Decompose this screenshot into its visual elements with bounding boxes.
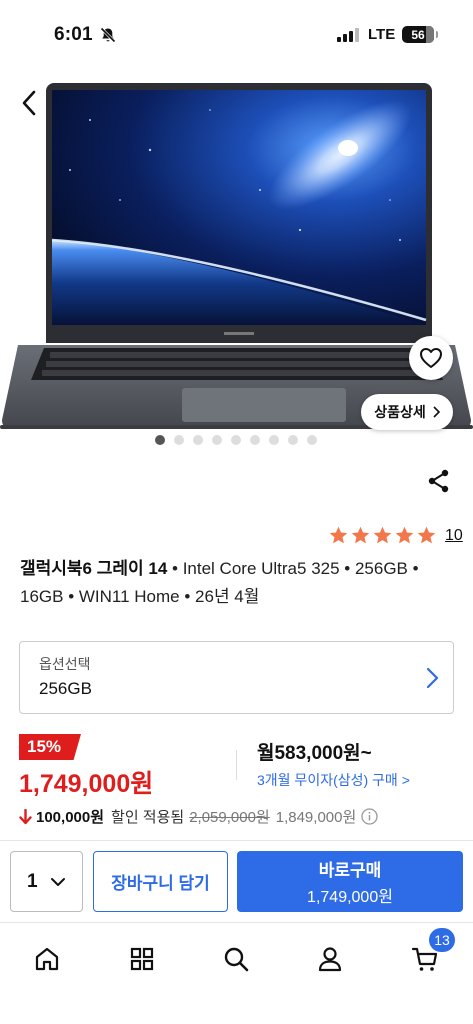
- star-icon: [417, 526, 436, 544]
- option-value: 256GB: [39, 679, 92, 698]
- installment-link[interactable]: 3개월 무이자(삼성) 구매 >: [257, 770, 410, 790]
- product-image-carousel[interactable]: 상품상세: [0, 70, 473, 450]
- rating[interactable]: 10: [328, 525, 463, 546]
- carousel-dot[interactable]: [193, 435, 203, 445]
- coupon-row: 100,000원 할인 적용됨 2,059,000원 1,849,000원: [19, 806, 378, 827]
- battery-icon: 56: [402, 26, 438, 43]
- tab-my-page[interactable]: [308, 937, 352, 981]
- product-title: 갤럭시북6 그레이 14 • Intel Core Ultra5 325 • 2…: [20, 555, 460, 611]
- star-icon: [373, 526, 392, 544]
- add-to-cart-button[interactable]: 장바구니 담기: [93, 851, 228, 912]
- carousel-dot[interactable]: [288, 435, 298, 445]
- network-label: LTE: [368, 26, 396, 43]
- buy-now-button[interactable]: 바로구매 1,749,000원: [237, 851, 463, 912]
- cart-count-badge: 13: [429, 928, 455, 952]
- monthly-price: 월583,000원~: [257, 743, 372, 764]
- user-icon: [318, 947, 342, 972]
- coupon-text: 할인 적용됨: [111, 809, 185, 826]
- option-select[interactable]: 옵션선택 256GB: [19, 641, 454, 714]
- carousel-dot[interactable]: [155, 435, 165, 445]
- discount-badge: 15%: [19, 734, 81, 760]
- share-icon: [428, 469, 449, 493]
- heart-icon: [420, 348, 442, 368]
- carousel-dot[interactable]: [174, 435, 184, 445]
- status-bar: 6:01 LTE 56: [0, 0, 473, 70]
- buy-now-label: 바로구매: [318, 861, 382, 880]
- tab-bar: 13: [0, 922, 473, 1024]
- signal-icon: [337, 28, 359, 42]
- star-icon: [329, 526, 348, 544]
- buy-now-price: 1,749,000원: [307, 889, 393, 906]
- quantity-value: 1: [27, 870, 38, 892]
- search-icon: [224, 947, 249, 972]
- grid-icon: [130, 947, 154, 971]
- bell-off-icon: [100, 27, 116, 43]
- sale-price: 1,749,000원: [19, 770, 154, 798]
- product-image: [0, 83, 473, 429]
- product-name: 갤럭시북6 그레이 14: [20, 559, 168, 578]
- carousel-dot[interactable]: [307, 435, 317, 445]
- battery-level: 56: [411, 27, 425, 42]
- review-count[interactable]: 10: [445, 527, 463, 545]
- star-icon: [395, 526, 414, 544]
- carousel-dot[interactable]: [269, 435, 279, 445]
- product-detail-button[interactable]: 상품상세: [361, 394, 453, 430]
- coupon-amount: 100,000원: [36, 809, 105, 826]
- info-icon[interactable]: [361, 808, 378, 825]
- wishlist-button[interactable]: [409, 336, 453, 380]
- chevron-right-icon: [433, 406, 440, 418]
- status-time: 6:01: [54, 24, 93, 45]
- tab-categories[interactable]: [120, 937, 164, 981]
- quantity-select[interactable]: 1: [10, 851, 83, 912]
- tab-home[interactable]: [25, 937, 69, 981]
- product-detail-label: 상품상세: [374, 404, 426, 420]
- carousel-indicator: [155, 435, 317, 445]
- divider: [236, 750, 237, 780]
- tab-search[interactable]: [214, 937, 258, 981]
- carousel-dot[interactable]: [250, 435, 260, 445]
- carousel-dot[interactable]: [231, 435, 241, 445]
- option-label: 옵션선택: [39, 656, 91, 672]
- price-before-coupon: 1,849,000원: [275, 809, 357, 826]
- star-icon: [351, 526, 370, 544]
- purchase-bar: 1 장바구니 담기 바로구매 1,749,000원: [0, 840, 473, 922]
- back-button[interactable]: [14, 87, 44, 119]
- arrow-down-icon: [19, 808, 32, 824]
- share-button[interactable]: [426, 468, 452, 494]
- chevron-right-icon: [426, 667, 439, 689]
- chevron-down-icon: [50, 877, 65, 886]
- chevron-left-icon: [22, 90, 36, 116]
- carousel-dot[interactable]: [212, 435, 222, 445]
- home-icon: [35, 947, 59, 971]
- original-price: 2,059,000원: [189, 809, 270, 826]
